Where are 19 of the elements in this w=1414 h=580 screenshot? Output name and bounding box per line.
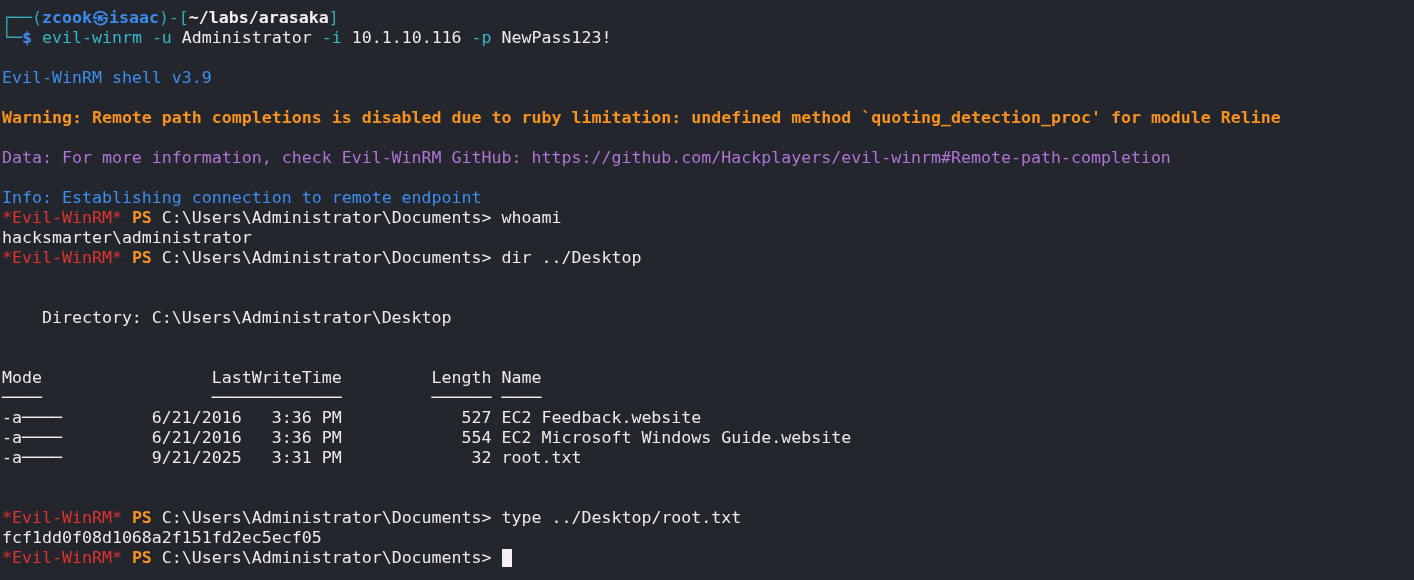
- terminal-line: └─$ evil-winrm -u Administrator -i 10.1.10.116 -p NewPass123!: [2, 28, 612, 48]
- terminal-line: -a──── 6/21/2016 3:36 PM 554 EC2 Microsoft Windows Guide.website: [2, 428, 852, 448]
- terminal-line: ──── ───────────── ────── ────: [2, 388, 542, 408]
- terminal-line: *Evil-WinRM* PS C:\Users\Administrator\Documents> type ../Desktop/root.txt: [2, 508, 742, 528]
- terminal-line: -a──── 6/21/2016 3:36 PM 527 EC2 Feedback.website: [2, 408, 702, 428]
- terminal-line: Info: Establishing connection to remote endpoint: [2, 188, 482, 208]
- terminal-line: ┌──(zcook㉿isaac)-[~/labs/arasaka]: [2, 8, 339, 28]
- terminal-line: *Evil-WinRM* PS C:\Users\Administrator\Documents>: [2, 548, 493, 568]
- terminal-line: Directory: C:\Users\Administrator\Desktop: [40, 308, 452, 328]
- terminal-line: Evil-WinRM shell v3.9: [2, 68, 212, 88]
- terminal-line: hacksmarter\administrator: [2, 228, 252, 248]
- terminal-line: -a──── 9/21/2025 3:31 PM 32 root.txt: [2, 448, 582, 468]
- text-cursor: [501, 549, 512, 567]
- terminal-line: *Evil-WinRM* PS C:\Users\Administrator\Documents> whoami: [2, 208, 562, 228]
- terminal-line: Data: For more information, check Evil-WinRM GitHub: https://github.com/Hackplayers/evil-winrm#Remote-path-completion: [2, 148, 1171, 168]
- terminal-line: *Evil-WinRM* PS C:\Users\Administrator\Documents> dir ../Desktop: [2, 248, 642, 268]
- terminal-line: Warning: Remote path completions is disabled due to ruby limitation: undefined method `quoting_detection_proc' for module Reline: [2, 108, 1281, 128]
- terminal-line: Mode LastWriteTime Length Name: [2, 368, 542, 388]
- terminal-line: fcf1dd0f08d1068a2f151fd2ec5ecf05: [2, 528, 322, 548]
